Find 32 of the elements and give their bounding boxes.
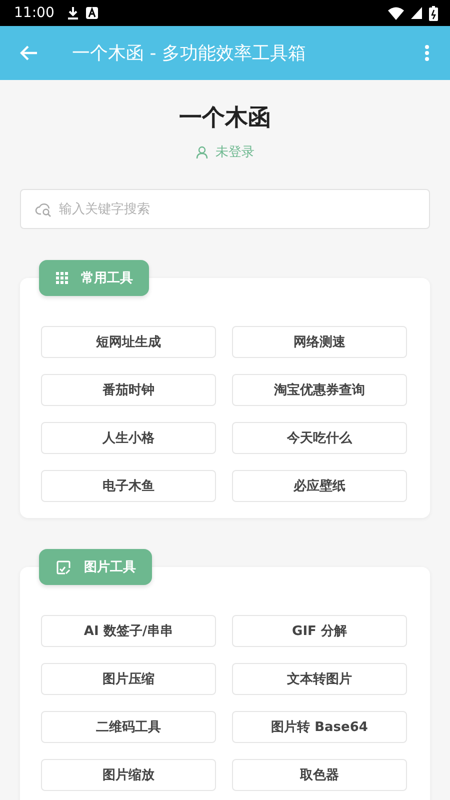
tool-button[interactable]: 图片缩放	[41, 759, 216, 791]
tool-button[interactable]: 短网址生成	[41, 326, 216, 358]
tool-button[interactable]: 取色器	[232, 759, 407, 791]
tool-button[interactable]: 人生小格	[41, 422, 216, 454]
tool-button[interactable]: 电子木鱼	[41, 470, 216, 502]
tool-button[interactable]: 今天吃什么	[232, 422, 407, 454]
search-field[interactable]: 输入关键字搜索	[20, 189, 430, 229]
edit-image-icon	[56, 560, 71, 574]
battery-icon	[429, 6, 438, 20]
wifi-icon	[388, 6, 404, 20]
more-icon	[424, 44, 430, 62]
tool-button[interactable]: 必应壁纸	[232, 470, 407, 502]
back-arrow-icon	[20, 45, 38, 61]
clock: 11:00	[14, 5, 54, 21]
section-title: 图片工具	[84, 559, 136, 576]
app-title: 一个木函 - 多功能效率工具箱	[72, 42, 307, 65]
page-title: 一个木函	[178, 104, 272, 133]
tool-button[interactable]: 网络测速	[232, 326, 407, 358]
tool-button[interactable]: 番茄时钟	[41, 374, 216, 406]
tool-button[interactable]: 淘宝优惠券查询	[232, 374, 407, 406]
grid-icon	[56, 272, 68, 284]
section-title: 常用工具	[81, 270, 133, 287]
tool-button[interactable]: AI 数签子/串串	[41, 615, 216, 647]
download-icon	[67, 6, 80, 20]
tool-button[interactable]: GIF 分解	[232, 615, 407, 647]
tool-button[interactable]: 图片压缩	[41, 663, 216, 695]
user-icon	[196, 146, 208, 158]
signal-icon	[411, 7, 422, 19]
tool-button[interactable]: 二维码工具	[41, 711, 216, 743]
tool-button[interactable]: 图片转 Base64	[232, 711, 407, 743]
notification-icon	[86, 7, 98, 19]
tool-button[interactable]: 文本转图片	[232, 663, 407, 695]
